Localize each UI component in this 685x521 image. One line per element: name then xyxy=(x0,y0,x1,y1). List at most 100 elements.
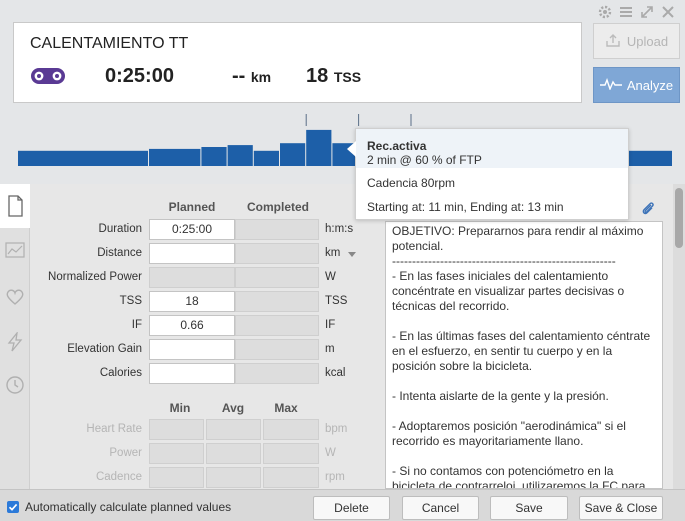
line-chart-icon xyxy=(5,242,25,258)
hr-min-input[interactable] xyxy=(149,419,204,440)
chevron-down-icon[interactable] xyxy=(348,252,356,257)
checkmark-icon xyxy=(8,503,18,511)
analyze-button[interactable]: Analyze xyxy=(593,67,680,103)
power-avg-input[interactable] xyxy=(206,443,261,464)
cadence-avg-input[interactable] xyxy=(206,467,261,488)
tss-label: TSS xyxy=(119,295,142,307)
workout-form: Planned Completed Duration 0:25:00 h:m:s… xyxy=(30,184,385,489)
power-min-input[interactable] xyxy=(149,443,204,464)
interval-tooltip: Rec.activa 2 min @ 60 % of FTP Cadencia … xyxy=(347,128,629,220)
distance-unit-select[interactable]: km xyxy=(325,247,340,259)
cadence-unit: rpm xyxy=(325,471,345,483)
tooltip-interval-name: Rec.activa xyxy=(367,139,427,153)
tab-details[interactable] xyxy=(0,184,31,228)
upload-button[interactable]: Upload xyxy=(593,23,680,59)
save-and-close-button[interactable]: Save & Close xyxy=(579,496,663,520)
workout-step-bar[interactable] xyxy=(227,145,253,166)
workout-description-textarea[interactable]: OBJETIVO: Prepararnos para rendir al máx… xyxy=(385,221,663,489)
workout-step-bar[interactable] xyxy=(18,150,148,166)
elevation-unit: m xyxy=(325,343,335,355)
planned-if-input[interactable]: 0.66 xyxy=(149,315,235,336)
cadence-min-input[interactable] xyxy=(149,467,204,488)
cadence-label: Cadence xyxy=(95,471,142,483)
workout-step-bar[interactable] xyxy=(306,129,332,166)
detail-tabs xyxy=(0,184,31,489)
cadence-max-input[interactable] xyxy=(263,467,319,488)
tooltip-cadence: Cadencia 80rpm xyxy=(367,176,456,190)
planned-np-input[interactable] xyxy=(149,267,235,288)
completed-calories-input[interactable] xyxy=(235,363,319,384)
completed-np-input[interactable] xyxy=(235,267,319,288)
calories-unit: kcal xyxy=(325,367,346,379)
workout-step-bar[interactable] xyxy=(201,147,227,166)
max-header: Max xyxy=(274,401,298,415)
window-controls xyxy=(597,4,681,20)
min-header: Min xyxy=(169,401,191,415)
heart-rate-label: Heart Rate xyxy=(86,423,142,435)
clock-icon xyxy=(6,376,24,394)
planned-elevation-input[interactable] xyxy=(149,339,235,360)
workout-step-bar[interactable] xyxy=(149,148,201,166)
tab-charts[interactable] xyxy=(5,240,25,260)
hr-max-input[interactable] xyxy=(263,419,319,440)
completed-tss-input[interactable] xyxy=(235,291,319,312)
summary-distance: -- km xyxy=(232,65,272,87)
if-label: IF xyxy=(131,319,142,331)
auto-calc-label[interactable]: Automatically calculate planned values xyxy=(25,500,231,514)
normalized-power-label: Normalized Power xyxy=(48,271,142,283)
power-unit: W xyxy=(325,447,336,459)
workout-summary-card: CALENTAMIENTO TT 0:25:00 -- km 18 TSS xyxy=(13,22,582,103)
completed-distance-input[interactable] xyxy=(235,243,319,264)
hr-avg-input[interactable] xyxy=(206,419,261,440)
workout-description-text: OBJETIVO: Prepararnos para rendir al máx… xyxy=(392,224,651,489)
completed-header: Completed xyxy=(246,200,309,214)
cancel-button[interactable]: Cancel xyxy=(402,496,479,520)
document-icon xyxy=(8,195,23,217)
tooltip-timing: Starting at: 11 min, Ending at: 13 min xyxy=(367,200,564,214)
expand-icon[interactable] xyxy=(639,4,655,20)
tab-power[interactable] xyxy=(5,330,25,352)
scrollbar-thumb[interactable] xyxy=(675,188,683,248)
tooltip-interval-description: 2 min @ 60 % of FTP xyxy=(367,153,482,167)
panel-scrollbar[interactable] xyxy=(673,184,685,489)
if-unit: IF xyxy=(325,319,336,331)
np-unit: W xyxy=(325,271,336,283)
footer-bar: Automatically calculate planned values D… xyxy=(0,489,685,521)
power-max-input[interactable] xyxy=(263,443,319,464)
duration-label: Duration xyxy=(98,223,142,235)
tss-unit: TSS xyxy=(325,295,348,307)
tab-history[interactable] xyxy=(5,375,25,395)
bike-chain-icon xyxy=(30,65,66,87)
calories-label: Calories xyxy=(99,367,142,379)
workout-step-bar[interactable] xyxy=(253,150,279,166)
heart-icon xyxy=(6,289,24,305)
hr-unit: bpm xyxy=(325,423,348,435)
completed-duration-input[interactable] xyxy=(235,219,319,240)
avg-header: Avg xyxy=(221,401,245,415)
workout-title: CALENTAMIENTO TT xyxy=(30,35,189,52)
power-label: Power xyxy=(109,447,142,459)
upload-icon xyxy=(605,33,621,50)
save-button[interactable]: Save xyxy=(490,496,568,520)
completed-if-input[interactable] xyxy=(235,315,319,336)
pulse-icon xyxy=(599,77,622,93)
planned-duration-input[interactable]: 0:25:00 xyxy=(149,219,235,240)
gear-icon[interactable] xyxy=(597,4,613,20)
close-icon[interactable] xyxy=(660,4,676,20)
planned-distance-input[interactable] xyxy=(149,243,235,264)
summary-duration: 0:25:00 xyxy=(105,65,174,87)
paperclip-icon[interactable] xyxy=(640,200,656,218)
planned-header: Planned xyxy=(168,200,216,214)
menu-icon[interactable] xyxy=(618,4,634,20)
lightning-icon xyxy=(7,330,23,352)
planned-calories-input[interactable] xyxy=(149,363,235,384)
tab-heart-rate[interactable] xyxy=(5,287,25,307)
auto-calc-checkbox[interactable] xyxy=(7,501,19,513)
distance-label: Distance xyxy=(97,247,142,259)
delete-button[interactable]: Delete xyxy=(313,496,390,520)
workout-step-bar[interactable] xyxy=(280,143,306,166)
completed-elevation-input[interactable] xyxy=(235,339,319,360)
planned-tss-input[interactable]: 18 xyxy=(149,291,235,312)
summary-tss: 18 TSS xyxy=(306,65,362,87)
elevation-gain-label: Elevation Gain xyxy=(67,343,142,355)
